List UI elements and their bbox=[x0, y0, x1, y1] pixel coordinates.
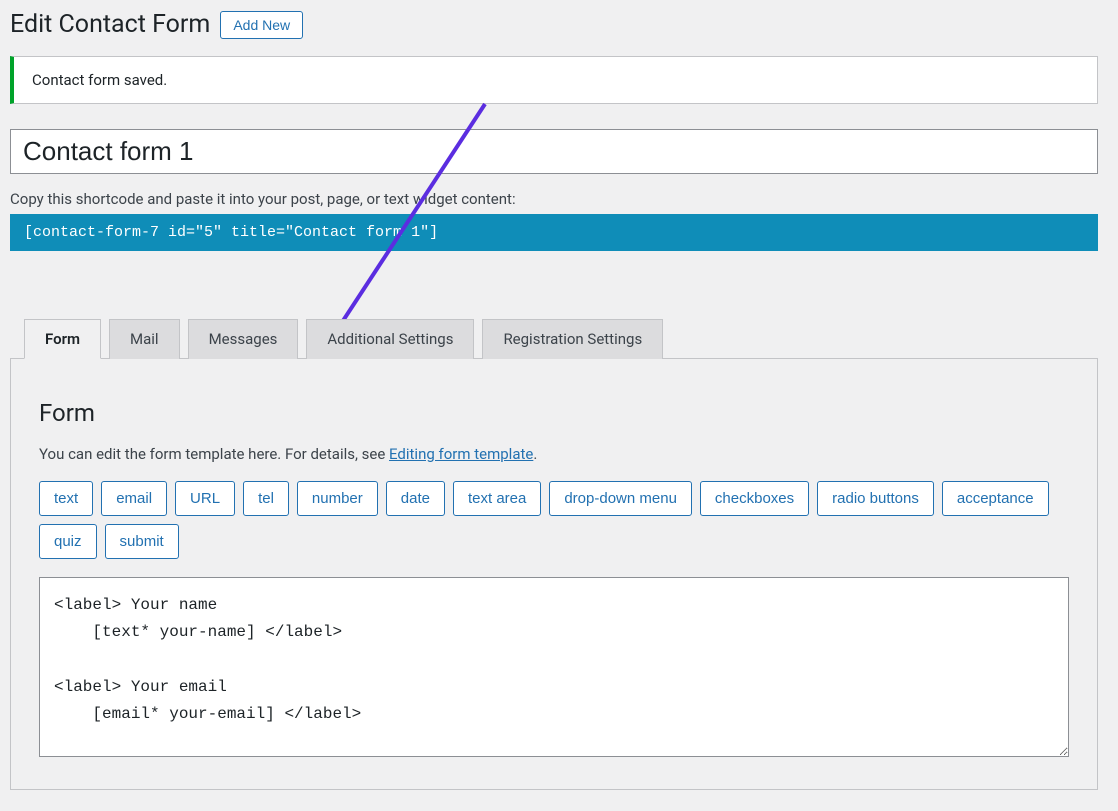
tag-btn-drop-down-menu[interactable]: drop-down menu bbox=[549, 481, 692, 516]
tag-btn-submit[interactable]: submit bbox=[105, 524, 179, 559]
tag-btn-number[interactable]: number bbox=[297, 481, 378, 516]
tag-btn-acceptance[interactable]: acceptance bbox=[942, 481, 1049, 516]
tag-btn-email[interactable]: email bbox=[101, 481, 167, 516]
editing-template-link[interactable]: Editing form template bbox=[389, 445, 533, 463]
tab-form[interactable]: Form bbox=[24, 319, 101, 359]
panel-description: You can edit the form template here. For… bbox=[39, 445, 1069, 463]
tab-messages[interactable]: Messages bbox=[188, 319, 299, 359]
notice-message: Contact form saved. bbox=[32, 71, 167, 89]
tag-btn-url[interactable]: URL bbox=[175, 481, 235, 516]
page-header: Edit Contact Form Add New bbox=[10, 0, 1098, 51]
add-new-button[interactable]: Add New bbox=[220, 11, 303, 39]
tag-btn-quiz[interactable]: quiz bbox=[39, 524, 97, 559]
tag-btn-tel[interactable]: tel bbox=[243, 481, 289, 516]
tab-mail[interactable]: Mail bbox=[109, 319, 180, 359]
tab-additional-settings[interactable]: Additional Settings bbox=[306, 319, 474, 359]
panel-heading: Form bbox=[39, 399, 1069, 427]
tag-btn-checkboxes[interactable]: checkboxes bbox=[700, 481, 809, 516]
form-title-input[interactable] bbox=[23, 136, 1085, 167]
page-title: Edit Contact Form bbox=[10, 10, 210, 39]
tag-btn-text-area[interactable]: text area bbox=[453, 481, 541, 516]
tag-btn-text[interactable]: text bbox=[39, 481, 93, 516]
shortcode-field[interactable] bbox=[10, 214, 1098, 251]
form-title-wrap bbox=[10, 129, 1098, 174]
tag-generator-buttons: textemailURLtelnumberdatetext areadrop-d… bbox=[39, 481, 1069, 559]
success-notice: Contact form saved. bbox=[10, 56, 1098, 104]
form-panel: Form You can edit the form template here… bbox=[10, 359, 1098, 790]
tab-registration-settings[interactable]: Registration Settings bbox=[482, 319, 663, 359]
tag-btn-date[interactable]: date bbox=[386, 481, 445, 516]
panel-desc-suffix: . bbox=[533, 445, 537, 463]
tag-btn-radio-buttons[interactable]: radio buttons bbox=[817, 481, 934, 516]
shortcode-label: Copy this shortcode and paste it into yo… bbox=[10, 190, 1098, 208]
tabs-area: FormMailMessagesAdditional SettingsRegis… bbox=[10, 319, 1098, 790]
form-template-textarea[interactable] bbox=[39, 577, 1069, 757]
panel-desc-prefix: You can edit the form template here. For… bbox=[39, 445, 389, 463]
tabs-list: FormMailMessagesAdditional SettingsRegis… bbox=[10, 319, 1098, 359]
